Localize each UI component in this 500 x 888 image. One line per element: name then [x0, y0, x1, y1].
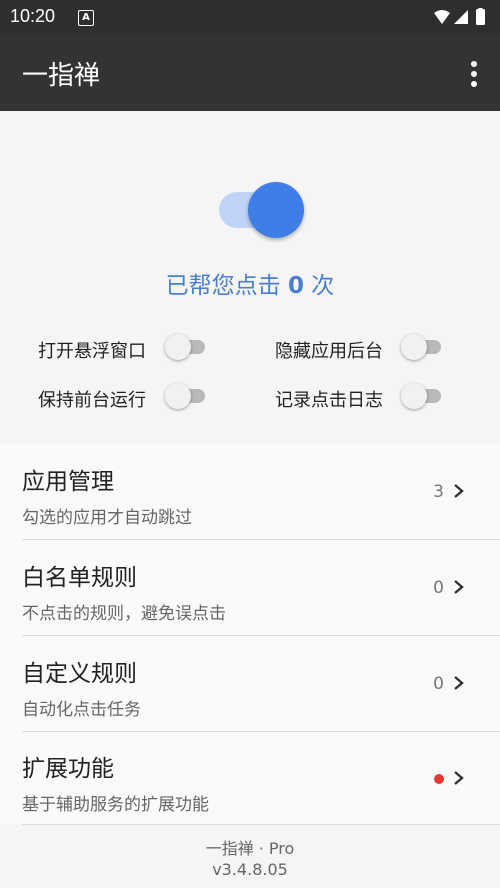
footer: 一指禅 · Pro v3.4.8.05: [0, 838, 500, 880]
counter-suffix: 次: [304, 273, 335, 299]
footer-version: v3.4.8.05: [212, 860, 288, 879]
option-label-hide-background: 隐藏应用后台: [275, 341, 383, 362]
click-counter: 已帮您点击 0 次: [0, 266, 500, 300]
list-item-custom-rules[interactable]: 自定义规则 自动化点击任务 0: [0, 636, 500, 731]
option-label-keep-foreground: 保持前台运行: [38, 390, 146, 411]
main-switch-thumb: [248, 182, 304, 238]
status-time: 10:20: [10, 6, 56, 26]
service-panel: 已帮您点击 0 次 打开悬浮窗口 隐藏应用后台 保持前台运行 记录点击日志: [0, 111, 500, 429]
list-item-count: 0: [433, 578, 444, 598]
battery-icon: [476, 9, 485, 25]
chevron-right-icon: [454, 484, 464, 498]
list-item-title: 白名单规则: [22, 565, 137, 591]
list-item-title: 应用管理: [22, 469, 114, 495]
app-notification-icon: A: [78, 10, 94, 26]
signal-icon: [454, 10, 468, 24]
list-item-app-management[interactable]: 应用管理 勾选的应用才自动跳过 3: [0, 444, 500, 539]
list-item-subtitle: 自动化点击任务: [22, 700, 141, 720]
system-icons: [434, 8, 485, 25]
list-item-subtitle: 不点击的规则，避免误点击: [22, 604, 226, 624]
counter-prefix: 已帮您点击: [165, 273, 288, 299]
more-vert-icon[interactable]: [470, 60, 478, 88]
status-bar: 10:20 A: [0, 0, 500, 33]
list-item-count: 3: [433, 482, 444, 502]
keep-foreground-switch[interactable]: [165, 383, 209, 409]
chevron-right-icon: [454, 771, 464, 785]
list-item-subtitle: 勾选的应用才自动跳过: [22, 508, 192, 528]
float-window-switch[interactable]: [165, 334, 209, 360]
option-label-click-log: 记录点击日志: [275, 390, 383, 411]
list-item-count: 0: [433, 674, 444, 694]
list-item-whitelist-rules[interactable]: 白名单规则 不点击的规则，避免误点击 0: [0, 540, 500, 635]
app-title: 一指禅: [22, 61, 101, 91]
main-service-switch[interactable]: [219, 180, 305, 240]
list-item-subtitle: 基于辅助服务的扩展功能: [22, 795, 209, 815]
option-label-float-window: 打开悬浮窗口: [38, 341, 146, 362]
divider: [22, 824, 500, 825]
click-log-switch[interactable]: [401, 383, 445, 409]
list-item-extensions[interactable]: 扩展功能 基于辅助服务的扩展功能: [0, 731, 500, 826]
chevron-right-icon: [454, 676, 464, 690]
counter-value: 0: [287, 273, 304, 299]
hide-background-switch[interactable]: [401, 334, 445, 360]
wifi-icon: [434, 10, 450, 24]
new-badge-dot: [434, 774, 444, 784]
list-item-title: 扩展功能: [22, 756, 114, 782]
footer-app-name: 一指禅 · Pro: [205, 839, 295, 858]
chevron-right-icon: [454, 580, 464, 594]
settings-list: 应用管理 勾选的应用才自动跳过 3 白名单规则 不点击的规则，避免误点击 0 自…: [0, 444, 500, 824]
app-bar: 一指禅: [0, 33, 500, 111]
list-item-title: 自定义规则: [22, 661, 137, 687]
